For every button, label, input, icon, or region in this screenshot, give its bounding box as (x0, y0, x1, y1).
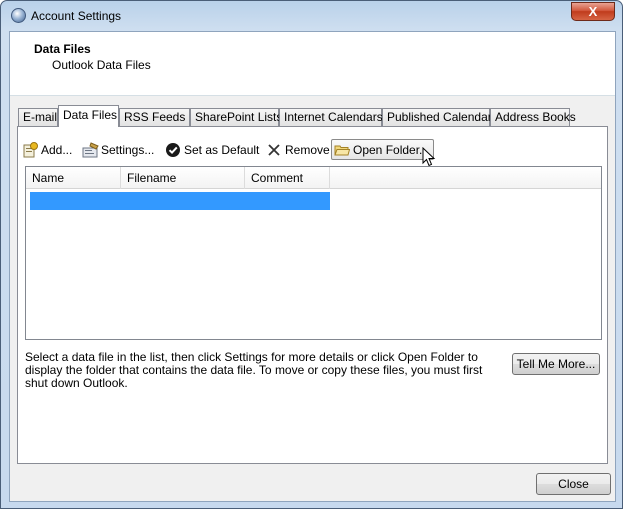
settings-button-label: Settings... (101, 142, 155, 157)
tab-rss-feeds[interactable]: RSS Feeds (119, 108, 190, 127)
tab-email[interactable]: E-mail (18, 108, 58, 127)
add-button-label: Add... (41, 142, 73, 157)
data-files-list[interactable]: Name Filename Comment (25, 166, 602, 340)
remove-button-label: Remove (285, 142, 330, 157)
window-title: Account Settings (31, 9, 122, 23)
title-bar[interactable]: Account Settings X (1, 1, 622, 31)
tab-address-books[interactable]: Address Books (490, 108, 576, 127)
outlook-globe-icon (11, 8, 26, 23)
column-header-name[interactable]: Name (26, 167, 121, 189)
set-as-default-label: Set as Default (184, 142, 260, 157)
mouse-pointer-icon (422, 147, 436, 167)
open-folder-label: Open Folder... (353, 142, 430, 157)
close-button[interactable]: Close (536, 473, 611, 495)
settings-button[interactable]: Settings... (82, 139, 154, 160)
remove-button[interactable]: Remove (266, 139, 330, 160)
selected-list-row[interactable] (30, 192, 330, 210)
dialog-client-area: Data Files Outlook Data Files E-mail Dat… (9, 31, 616, 502)
add-icon (22, 141, 38, 158)
column-header-comment[interactable]: Comment (245, 167, 330, 189)
data-files-panel: Add... Settings... Set as Default Remove… (17, 126, 608, 464)
list-header: Name Filename Comment (26, 167, 601, 189)
settings-icon (82, 141, 99, 158)
set-as-default-button[interactable]: Set as Default (165, 139, 259, 160)
tell-me-more-button[interactable]: Tell Me More... (512, 353, 600, 375)
tab-sharepoint-lists[interactable]: SharePoint Lists (190, 108, 282, 127)
page-title: Data Files (34, 42, 91, 56)
page-subtitle: Outlook Data Files (52, 58, 151, 72)
account-settings-window: Account Settings X Data Files Outlook Da… (0, 0, 623, 509)
header-panel: Data Files Outlook Data Files (10, 32, 615, 96)
folder-icon (334, 142, 351, 158)
checkmark-icon (165, 142, 181, 158)
remove-x-icon (266, 142, 282, 158)
add-button[interactable]: Add... (22, 139, 72, 160)
tab-internet-calendars[interactable]: Internet Calendars (279, 108, 383, 127)
info-text: Select a data file in the list, then cli… (25, 350, 483, 390)
open-folder-button[interactable]: Open Folder... (331, 139, 435, 160)
column-header-filename[interactable]: Filename (121, 167, 245, 189)
window-close-button[interactable]: X (571, 2, 615, 21)
tab-data-files[interactable]: Data Files (58, 105, 119, 127)
tab-published-calendars[interactable]: Published Calendars (382, 108, 498, 127)
